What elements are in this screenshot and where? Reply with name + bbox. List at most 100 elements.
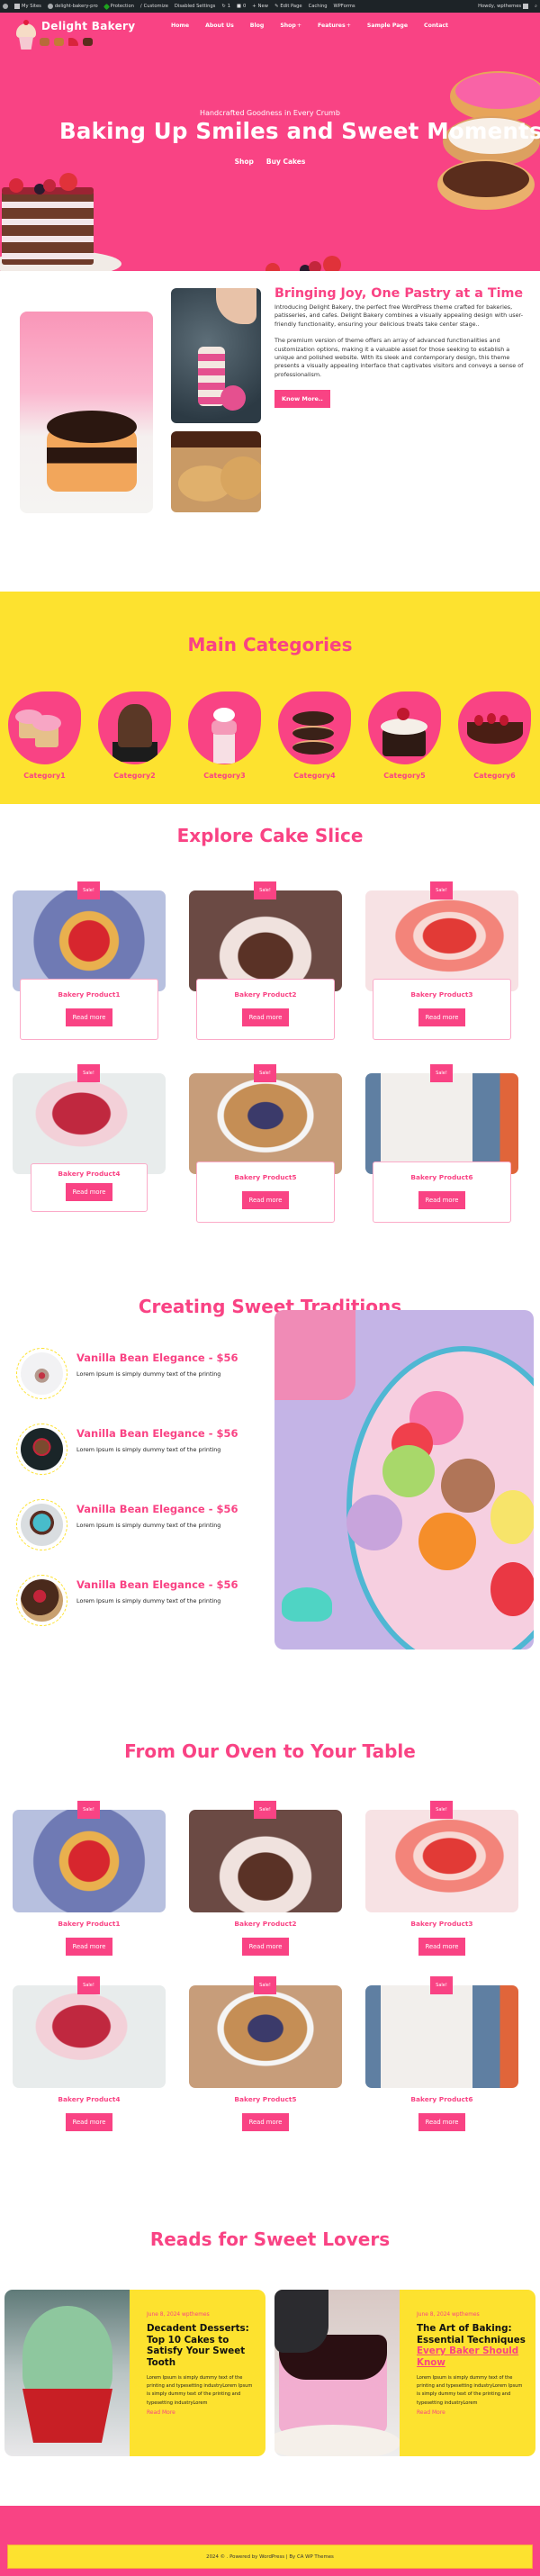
blog-post-card[interactable]: June 8, 2024 wpthemes Decadent Desserts:… (4, 2290, 266, 2456)
plus-icon: + (252, 4, 256, 9)
product-card[interactable]: Sale! Bakery Product4 Read more (13, 1976, 166, 2131)
product-info: Bakery Product2 Read more (196, 979, 335, 1040)
category-item[interactable]: Category6 (458, 691, 531, 780)
post-meta[interactable]: June 8, 2024 wpthemes (147, 2312, 256, 2318)
category-item[interactable]: Category4 (278, 691, 351, 780)
product-card[interactable]: Sale! Bakery Product2 Read more (189, 1801, 342, 1956)
strawberry-cake-image (365, 1810, 518, 1912)
blog-post-card[interactable]: June 8, 2024 wpthemes The Art of Baking:… (274, 2290, 536, 2456)
menu-item[interactable]: Vanilla Bean Elegance - $56 Lorem Ipsum i… (16, 1499, 238, 1550)
sale-badge: Sale! (254, 1801, 276, 1819)
read-more-button[interactable]: Read more (418, 1191, 466, 1209)
product-name[interactable]: Bakery Product1 (21, 990, 158, 999)
main-nav: Home About Us Blog Shop+ Features+ Sampl… (171, 23, 464, 29)
product-card[interactable]: Sale! Bakery Product5 Read more (189, 1976, 342, 2131)
nav-home[interactable]: Home (171, 23, 189, 29)
menu-item[interactable]: Vanilla Bean Elegance - $56 Lorem Ipsum i… (16, 1424, 238, 1475)
product-card[interactable]: Sale! Bakery Product3 Read more (365, 1801, 518, 1956)
read-more-button[interactable]: Read more (65, 1938, 113, 1956)
admin-bar-my-sites[interactable]: My Sites (14, 4, 41, 9)
post-title-link[interactable]: Every Baker Should Know (417, 2346, 518, 2368)
hero-section: Delight Bakery Home About Us Blog Shop+ … (0, 13, 540, 271)
chocolate-strawberries-image (458, 691, 531, 764)
menu-item-title: Vanilla Bean Elegance - $56 (76, 1427, 238, 1440)
berry-tart-image (13, 1810, 166, 1912)
sale-badge: Sale! (77, 881, 100, 899)
category-item[interactable]: Category5 (368, 691, 441, 780)
product-name[interactable]: Bakery Product4 (13, 2095, 166, 2103)
post-title[interactable]: The Art of Baking: Essential Techniques … (417, 2323, 526, 2368)
updates-icon: ↻ (221, 4, 226, 9)
product-name[interactable]: Bakery Product3 (374, 990, 510, 999)
read-more-button[interactable]: Read more (418, 1008, 466, 1026)
product-name[interactable]: Bakery Product6 (365, 2095, 518, 2103)
site-title[interactable]: Delight Bakery (41, 20, 135, 32)
menu-item-title: Vanilla Bean Elegance - $56 (76, 1351, 238, 1364)
menu-item-desc: Lorem Ipsum is simply dummy text of the … (76, 1522, 221, 1529)
product-name[interactable]: Bakery Product4 (32, 1170, 147, 1178)
menu-item[interactable]: Vanilla Bean Elegance - $56 Lorem Ipsum i… (16, 1575, 238, 1626)
product-info: Bakery Product1 Read more (20, 979, 158, 1040)
product-card[interactable]: Sale! Bakery Product1 Read more (13, 1801, 166, 1956)
read-more-link[interactable]: Read More (147, 2409, 256, 2416)
product-name[interactable]: Bakery Product2 (197, 990, 334, 999)
hero-buy-cakes-link[interactable]: Buy Cakes (266, 158, 305, 166)
product-name[interactable]: Bakery Product2 (189, 1920, 342, 1928)
nav-sample-page[interactable]: Sample Page (367, 23, 408, 29)
read-more-button[interactable]: Read more (418, 2113, 466, 2131)
product-name[interactable]: Bakery Product5 (197, 1173, 334, 1181)
category-item[interactable]: Category2 (98, 691, 171, 780)
chocolate-cake-thumb-image (16, 1424, 68, 1475)
know-more-button[interactable]: Know More.. (274, 390, 330, 409)
nav-about-us[interactable]: About Us (205, 23, 234, 29)
nav-contact[interactable]: Contact (424, 23, 448, 29)
about-title: Bringing Joy, One Pastry at a Time (274, 286, 524, 301)
admin-bar-edit-page[interactable]: ✎ Edit Page (274, 4, 302, 9)
about-paragraph: The premium version of theme offers an a… (274, 337, 524, 378)
site-header: Delight Bakery Home About Us Blog Shop+ … (0, 13, 540, 54)
admin-bar-caching[interactable]: Caching (309, 4, 328, 9)
admin-bar-wordpress[interactable] (3, 4, 8, 9)
nav-blog[interactable]: Blog (250, 23, 265, 29)
admin-bar-site-name[interactable]: delight-bakery-pro (47, 4, 98, 9)
read-more-link[interactable]: Read More (417, 2409, 526, 2416)
read-more-button[interactable]: Read more (65, 1183, 113, 1201)
copyright-text: 2024 © . Powered by WordPress | By CA WP… (206, 2553, 334, 2560)
site-home-icon (47, 4, 53, 9)
menu-item[interactable]: Vanilla Bean Elegance - $56 Lorem Ipsum i… (16, 1348, 238, 1399)
site-logo[interactable]: Delight Bakery (13, 18, 135, 50)
admin-bar-disabled-settings[interactable]: Disabled Settings (175, 4, 215, 9)
raspberry-cheesecake-image (13, 1985, 166, 2088)
admin-bar-account[interactable]: Howdy, wpthemes (478, 4, 529, 9)
admin-bar-wpforms[interactable]: WPForms (334, 4, 356, 9)
product-info: Bakery Product4 Read more (31, 1163, 148, 1212)
product-name[interactable]: Bakery Product5 (189, 2095, 342, 2103)
admin-bar-customize[interactable]: ∕ Customize (140, 4, 168, 9)
read-more-button[interactable]: Read more (418, 1938, 466, 1956)
post-title[interactable]: Decadent Desserts: Top 10 Cakes to Satis… (147, 2323, 256, 2368)
read-more-button[interactable]: Read more (65, 2113, 113, 2131)
admin-bar-updates[interactable]: ↻ 1 (221, 4, 230, 9)
read-more-button[interactable]: Read more (241, 2113, 290, 2131)
post-meta[interactable]: June 8, 2024 wpthemes (417, 2312, 526, 2318)
product-card[interactable]: Sale! Bakery Product6 Read more (365, 1976, 518, 2131)
read-more-button[interactable]: Read more (65, 1008, 113, 1026)
hero-shop-link[interactable]: Shop (235, 158, 254, 166)
product-name[interactable]: Bakery Product3 (365, 1920, 518, 1928)
category-item[interactable]: Category3 (188, 691, 261, 780)
product-name[interactable]: Bakery Product6 (374, 1173, 510, 1181)
read-more-button[interactable]: Read more (241, 1191, 290, 1209)
section-title: From Our Oven to Your Table (124, 1740, 416, 1762)
admin-bar-protection[interactable]: Protection (103, 3, 134, 10)
admin-bar-search[interactable]: ⌕ (535, 4, 537, 10)
nav-shop[interactable]: Shop+ (280, 23, 302, 29)
nav-features[interactable]: Features+ (318, 23, 351, 29)
read-more-button[interactable]: Read more (241, 1938, 290, 1956)
admin-bar-new[interactable]: + New (252, 4, 268, 9)
admin-bar-comments[interactable]: ■ 0 (237, 4, 246, 9)
submenu-plus-icon: + (296, 23, 302, 29)
product-name[interactable]: Bakery Product1 (13, 1920, 166, 1928)
product-info: Bakery Product5 Read more (196, 1161, 335, 1223)
category-item[interactable]: Category1 (8, 691, 81, 780)
read-more-button[interactable]: Read more (241, 1008, 290, 1026)
